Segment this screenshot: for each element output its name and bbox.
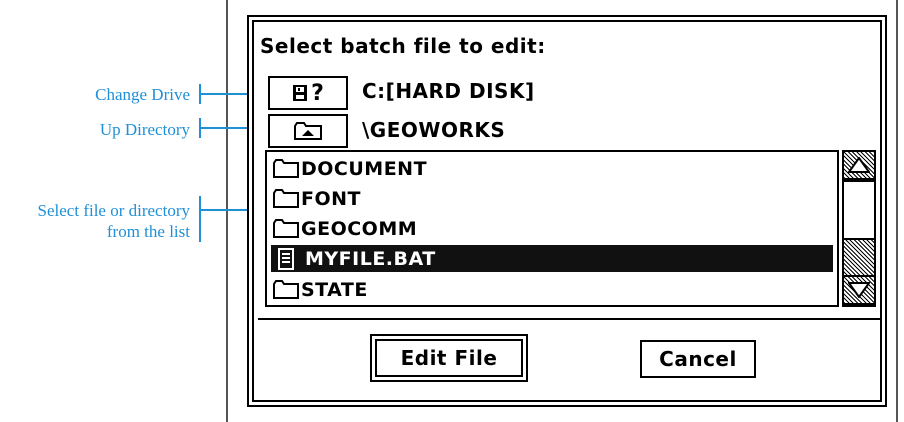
folder-icon (271, 158, 301, 180)
up-directory-button[interactable] (268, 114, 348, 148)
file-name: FONT (301, 187, 361, 210)
callout-select-file-line2: from the list (106, 222, 190, 241)
file-name: GEOCOMM (301, 217, 418, 240)
scroll-down-button[interactable] (842, 275, 876, 305)
cancel-button[interactable]: Cancel (640, 340, 756, 378)
change-drive-button[interactable]: ? (268, 76, 348, 110)
up-folder-icon (293, 121, 323, 141)
drive-question-glyph: ? (311, 80, 324, 106)
button-divider (258, 318, 882, 320)
folder-icon (271, 279, 301, 301)
edit-file-button-focus-ring: Edit File (375, 339, 523, 377)
file-name: STATE (301, 278, 368, 301)
edit-file-button[interactable]: Edit File (370, 334, 528, 382)
scroll-up-button[interactable] (842, 150, 876, 180)
scroll-track[interactable] (844, 240, 874, 277)
list-item-state[interactable]: STATE (271, 276, 833, 303)
cancel-label: Cancel (659, 347, 737, 371)
page-frame-edge (896, 0, 898, 422)
file-name: DOCUMENT (301, 157, 428, 180)
dialog-title: Select batch file to edit: (260, 34, 546, 58)
callout-select-file: Select file or directory from the list (0, 200, 190, 242)
file-list[interactable]: DOCUMENT FONT GEOCOMM MYFILE.BAT STATE (265, 150, 839, 307)
list-item-document[interactable]: DOCUMENT (271, 155, 833, 182)
file-name: MYFILE.BAT (305, 247, 436, 270)
drive-icon (292, 84, 308, 102)
list-item-font[interactable]: FONT (271, 185, 833, 212)
callout-select-file-line1: Select file or directory (37, 201, 190, 220)
up-arrow-icon (848, 157, 870, 173)
list-item-geocomm[interactable]: GEOCOMM (271, 215, 833, 242)
callout-change-drive: Change Drive (95, 85, 190, 104)
document-icon (271, 247, 301, 270)
callout-up-directory: Up Directory (99, 120, 190, 139)
folder-icon (271, 218, 301, 240)
down-arrow-icon (848, 282, 870, 298)
current-directory: \GEOWORKS (362, 118, 506, 142)
folder-icon (271, 188, 301, 210)
file-list-scrollbar[interactable] (842, 150, 876, 307)
scroll-thumb[interactable] (844, 180, 874, 240)
drive-path: C:[HARD DISK] (362, 79, 535, 103)
list-item-myfile-bat[interactable]: MYFILE.BAT (271, 245, 833, 272)
edit-file-label: Edit File (400, 346, 498, 370)
